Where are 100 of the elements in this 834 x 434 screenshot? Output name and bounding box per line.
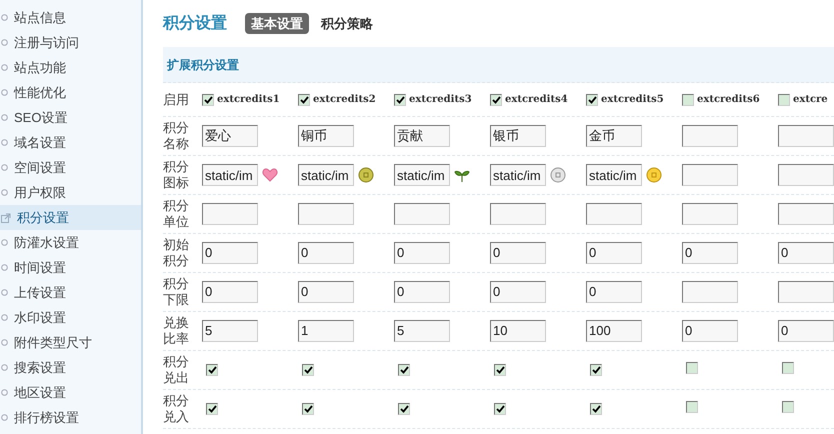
- external-link-icon: [1, 212, 11, 222]
- unit-field[interactable]: [394, 202, 450, 224]
- sidebar-item[interactable]: 用户权限: [0, 180, 141, 205]
- lower-limit-field[interactable]: 0: [586, 280, 642, 302]
- checkbox[interactable]: [298, 94, 310, 106]
- icon-path-field[interactable]: static/im: [394, 164, 450, 186]
- circle-bullet-icon: [1, 89, 8, 96]
- checkbox[interactable]: [782, 362, 794, 374]
- icon-path-field[interactable]: static/im: [586, 164, 642, 186]
- credit-key-label: extcredits5: [601, 93, 664, 107]
- initial-credit-field[interactable]: 0: [202, 242, 258, 264]
- icon-path-field[interactable]: [778, 164, 834, 186]
- checkbox[interactable]: [394, 94, 406, 106]
- exchange-ratio-field[interactable]: 0: [778, 320, 834, 342]
- checkbox[interactable]: [398, 364, 410, 376]
- credit-name-field[interactable]: 金币: [586, 125, 642, 147]
- exchange-ratio-field[interactable]: 1: [298, 320, 354, 342]
- initial-credit-field[interactable]: 0: [490, 242, 546, 264]
- sidebar-item[interactable]: 排行榜设置: [0, 405, 141, 430]
- icon-path-field[interactable]: static/im: [298, 164, 354, 186]
- checkbox[interactable]: [302, 403, 314, 415]
- coin-icon: [358, 167, 374, 183]
- initial-credit-field[interactable]: 0: [298, 242, 354, 264]
- credit-name-field[interactable]: 铜币: [298, 125, 354, 147]
- checkbox[interactable]: [590, 403, 602, 415]
- checkbox[interactable]: [206, 403, 218, 415]
- credit-name-field[interactable]: 爱心: [202, 125, 258, 147]
- row-label: 积分单位: [163, 198, 189, 230]
- checkbox[interactable]: [686, 362, 698, 374]
- checkbox[interactable]: [682, 94, 694, 106]
- checkbox[interactable]: [494, 403, 506, 415]
- sidebar-item[interactable]: 防灌水设置: [0, 230, 141, 255]
- initial-credit-field[interactable]: 0: [682, 242, 738, 264]
- credit-key-label: extcredits1: [217, 93, 280, 107]
- unit-field[interactable]: [490, 202, 546, 224]
- sidebar-item[interactable]: 水印设置: [0, 305, 141, 330]
- icon-path-field[interactable]: static/im: [490, 164, 546, 186]
- exchange-ratio-field[interactable]: 100: [586, 320, 642, 342]
- sidebar-item[interactable]: 积分设置: [0, 205, 141, 230]
- lower-limit-field[interactable]: 0: [202, 280, 258, 302]
- unit-field[interactable]: [586, 202, 642, 224]
- credit-name-field[interactable]: [682, 124, 738, 146]
- sidebar-item[interactable]: 时间设置: [0, 255, 141, 280]
- initial-credit-field[interactable]: 0: [586, 242, 642, 264]
- checkbox[interactable]: [206, 364, 218, 376]
- tab[interactable]: 积分策略: [315, 12, 379, 34]
- checkbox[interactable]: [494, 364, 506, 376]
- circle-bullet-icon: [1, 189, 8, 196]
- unit-field[interactable]: [202, 202, 258, 224]
- sidebar-item[interactable]: 域名设置: [0, 130, 141, 155]
- sidebar-item[interactable]: 站点信息: [0, 5, 141, 30]
- checkbox[interactable]: [490, 94, 502, 106]
- tab[interactable]: 基本设置: [245, 12, 309, 34]
- circle-bullet-icon: [1, 314, 8, 321]
- checkbox[interactable]: [302, 364, 314, 376]
- unit-field[interactable]: [298, 202, 354, 224]
- row-label: 积分兑出: [163, 354, 189, 386]
- row-label: 初始积分: [163, 237, 189, 269]
- sidebar-item[interactable]: 空间设置: [0, 155, 141, 180]
- icon-path-field[interactable]: [682, 164, 738, 186]
- circle-bullet-icon: [1, 389, 8, 396]
- lower-limit-field[interactable]: [778, 280, 834, 302]
- initial-credit-field[interactable]: 0: [778, 242, 834, 264]
- icon-path-field[interactable]: static/im: [202, 164, 258, 186]
- coin-icon: [646, 167, 662, 183]
- sidebar-item[interactable]: 注册与访问: [0, 30, 141, 55]
- circle-bullet-icon: [1, 164, 8, 171]
- checkbox[interactable]: [590, 364, 602, 376]
- exchange-ratio-field[interactable]: 0: [682, 320, 738, 342]
- lower-limit-field[interactable]: [682, 280, 738, 302]
- checkbox[interactable]: [202, 94, 214, 106]
- sidebar-item[interactable]: 性能优化: [0, 80, 141, 105]
- circle-bullet-icon: [1, 139, 8, 146]
- sidebar-item[interactable]: SEO设置: [0, 105, 141, 130]
- lower-limit-field[interactable]: 0: [394, 280, 450, 302]
- checkbox[interactable]: [398, 403, 410, 415]
- exchange-ratio-field[interactable]: 5: [202, 320, 258, 342]
- sidebar-item[interactable]: 站点功能: [0, 55, 141, 80]
- lower-limit-field[interactable]: 0: [298, 280, 354, 302]
- credit-name-field[interactable]: 银币: [490, 125, 546, 147]
- checkbox[interactable]: [686, 401, 698, 413]
- credit-key-label: extcre: [793, 93, 828, 107]
- circle-bullet-icon: [1, 239, 8, 246]
- credit-name-field[interactable]: 贡献: [394, 125, 450, 147]
- initial-credit-field[interactable]: 0: [394, 242, 450, 264]
- sidebar-item[interactable]: 上传设置: [0, 280, 141, 305]
- unit-field[interactable]: [778, 202, 834, 224]
- row-label: 积分下限: [163, 276, 189, 308]
- credit-name-field[interactable]: [778, 124, 834, 146]
- unit-field[interactable]: [682, 202, 738, 224]
- credit-key-label: extcredits6: [697, 93, 760, 107]
- exchange-ratio-field[interactable]: 10: [490, 320, 546, 342]
- sidebar-item[interactable]: 地区设置: [0, 380, 141, 405]
- exchange-ratio-field[interactable]: 5: [394, 320, 450, 342]
- sidebar-item[interactable]: 搜索设置: [0, 355, 141, 380]
- checkbox[interactable]: [586, 94, 598, 106]
- sidebar-item[interactable]: 附件类型尺寸: [0, 330, 141, 355]
- checkbox[interactable]: [782, 401, 794, 413]
- lower-limit-field[interactable]: 0: [490, 280, 546, 302]
- checkbox[interactable]: [778, 94, 790, 106]
